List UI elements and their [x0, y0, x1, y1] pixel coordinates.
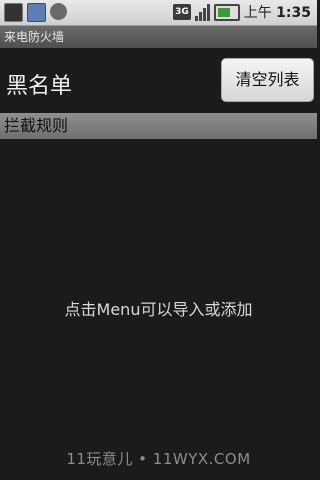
- status-bar: 3G 上午 1:35: [0, 0, 317, 26]
- signal-icon: [194, 3, 210, 21]
- header: 黑名单 清空列表: [0, 48, 317, 112]
- usb-debug-icon: [50, 3, 67, 20]
- clear-list-button[interactable]: 清空列表: [221, 58, 314, 102]
- watermark: 11玩意儿 • 11WYX.COM: [66, 450, 251, 468]
- empty-list-hint: 点击Menu可以导入或添加: [64, 300, 253, 319]
- screenshot-icon: [4, 3, 23, 22]
- section-header: 拦截规则: [0, 113, 317, 139]
- notification-icon: [27, 3, 46, 22]
- battery-icon: [213, 3, 240, 21]
- app-title-bar: 来电防火墙: [0, 26, 317, 48]
- time-prefix: 上午: [243, 5, 272, 21]
- network-type: 3G: [173, 4, 191, 20]
- page-title: 黑名单: [6, 74, 73, 99]
- time-value: 1:35: [276, 5, 311, 21]
- clock: 上午 1:35: [244, 2, 311, 22]
